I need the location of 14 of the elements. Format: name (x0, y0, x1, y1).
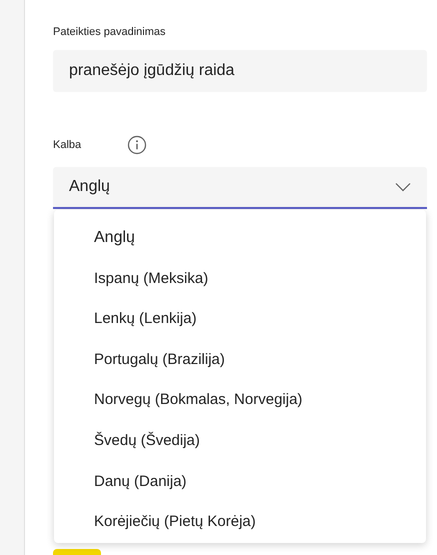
info-icon[interactable] (127, 135, 147, 155)
chevron-down-icon (395, 182, 411, 192)
language-dropdown[interactable]: Anglų (53, 167, 427, 209)
field-label: Kalba (53, 138, 82, 153)
menu-item[interactable]: Danų (Danija) (54, 462, 426, 502)
menu-item[interactable]: Korėjiečių (Pietų Korėja) (54, 502, 426, 543)
menu-item[interactable]: Švedų (Švedija) (54, 420, 426, 462)
menu-item[interactable]: Norvegų (Bokmalas, Norvegija) (54, 380, 426, 421)
menu-item[interactable]: Ispanų (Meksika) (54, 258, 426, 300)
menu-item[interactable]: Lenkų (Lenkija) (54, 299, 426, 340)
title-input-field[interactable]: pranešėjo įgūdžių raida (53, 50, 427, 92)
menu-item[interactable]: Portugalų (Brazilija) (54, 340, 426, 380)
field-label: Pateikties pavadinimas (53, 25, 167, 40)
menu-item[interactable]: Anglų (54, 218, 426, 259)
